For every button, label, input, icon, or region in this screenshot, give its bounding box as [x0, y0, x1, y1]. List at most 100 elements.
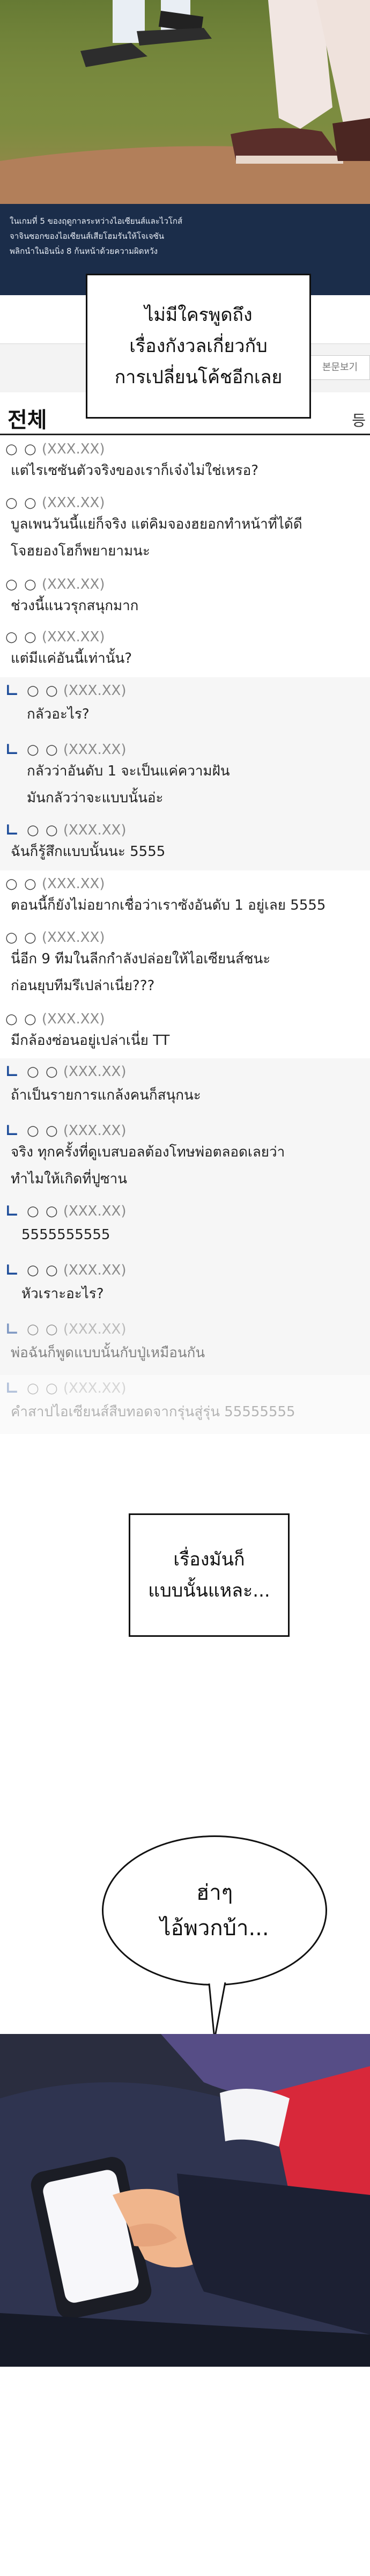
author-ip: (XXX.XX)	[63, 1123, 127, 1139]
comment-text: ตอนนี้ก็ยังไม่อยากเชื่อว่าเราซังอันดับ 1…	[11, 897, 326, 913]
narration-box-top: ไม่มีใครพูดถึง เรื่องกังวลเกี่ยวกับ การเ…	[86, 274, 311, 419]
comment-meta: ○ ○ (XXX.XX)	[27, 742, 127, 758]
comment-board: 본문보기 전체 등 ○ ○ (XXX.XX) แต่ไรเซซันตัวจริง…	[0, 295, 370, 1492]
author-name: ○ ○	[5, 576, 38, 592]
reply-arrow-icon: ∟	[5, 1202, 19, 1221]
comment-meta: ○ ○ (XXX.XX)	[27, 1321, 127, 1337]
author-name: ○ ○	[27, 1321, 59, 1337]
reply-row: ∟ ○ ○ (XXX.XX) ฉันก็รู้สึกแบบนั้นนะ 5555	[0, 817, 370, 871]
author-ip: (XXX.XX)	[41, 629, 105, 645]
reply-arrow-icon: ∟	[5, 682, 19, 700]
reply-row: ∟ ○ ○ (XXX.XX) คำสาปไอเซียนส์สืบทอดจากรุ…	[0, 1375, 370, 1434]
author-ip: (XXX.XX)	[63, 1262, 127, 1278]
comment-meta: ○ ○ (XXX.XX)	[5, 629, 105, 645]
reply-arrow-icon: ∟	[5, 1063, 19, 1081]
comment-text: 5555555555	[21, 1227, 110, 1243]
comment-meta: ○ ○ (XXX.XX)	[5, 441, 105, 457]
comment-meta: ○ ○ (XXX.XX)	[5, 576, 105, 592]
author-name: ○ ○	[27, 1262, 59, 1278]
reply-row: ∟ ○ ○ (XXX.XX) 5555555555	[0, 1198, 370, 1257]
comment-text: หัวเราะอะไร?	[21, 1286, 104, 1302]
author-name: ○ ○	[27, 683, 59, 699]
comment-row: ○ ○ (XXX.XX) แต่ไรเซซันตัวจริงของเราก็เจ…	[0, 436, 370, 490]
comment-text: กลัวอะไร?	[27, 706, 90, 722]
comment-meta: ○ ○ (XXX.XX)	[5, 876, 105, 892]
author-name: ○ ○	[5, 629, 38, 645]
comment-row: ○ ○ (XXX.XX) แต่มีแค่อันนี้เท่านั้น?	[0, 624, 370, 678]
comment-text: พ่อฉันก็พูดแบบนั้นกับปู่เหมือนกัน	[11, 1345, 205, 1361]
reply-row: ∟ ○ ○ (XXX.XX) ถ้าเป็นรายการแกล้งคนก็สนุ…	[0, 1058, 370, 1118]
comment-text: แต่ไรเซซันตัวจริงของเราก็เจ๋งไม่ใช่เหรอ?	[11, 463, 259, 479]
author-ip: (XXX.XX)	[63, 1203, 127, 1219]
sort-label[interactable]: 등	[352, 409, 366, 430]
comment-meta: ○ ○ (XXX.XX)	[27, 1203, 127, 1219]
author-name: ○ ○	[27, 1380, 59, 1396]
comment-meta: ○ ○ (XXX.XX)	[27, 1262, 127, 1278]
comment-row: ○ ○ (XXX.XX) มีกล้องซ่อนอยู่เปล่าเนี่ย T…	[0, 1006, 370, 1059]
comment-meta: ○ ○ (XXX.XX)	[5, 495, 105, 511]
baseball-field-panel	[0, 0, 370, 204]
comment-meta: ○ ○ (XXX.XX)	[27, 1064, 127, 1080]
comment-text: ช่วงนี้แนวรุกสนุกมาก	[11, 598, 139, 614]
author-name: ○ ○	[5, 495, 38, 511]
author-ip: (XXX.XX)	[63, 683, 127, 699]
reply-row: ∟ ○ ○ (XXX.XX) จริง ทุกครั้งที่ดูเบสบอลต…	[0, 1117, 370, 1198]
reply-row: ∟ ○ ○ (XXX.XX) พ่อฉันก็พูดแบบนั้นกับปู่เ…	[0, 1316, 370, 1375]
author-name: ○ ○	[27, 1203, 59, 1219]
author-name: ○ ○	[27, 1123, 59, 1139]
reply-row: ∟ ○ ○ (XXX.XX) หัวเราะอะไร?	[0, 1257, 370, 1316]
author-ip: (XXX.XX)	[41, 576, 105, 592]
comment-row: ○ ○ (XXX.XX) บูลเพนวันนี้แย่ก็จริง แต่คิ…	[0, 489, 370, 572]
comment-meta: ○ ○ (XXX.XX)	[5, 1011, 105, 1027]
comment-text: ถ้าเป็นรายการแกล้งคนก็สนุกนะ	[11, 1087, 201, 1103]
comment-meta: ○ ○ (XXX.XX)	[5, 930, 105, 946]
divider	[0, 434, 370, 435]
author-name: ○ ○	[27, 1064, 59, 1080]
comment-text: นี่อีก 9 ทีมในลีกกำลังปล่อยให้ไอเซียนส์ช…	[11, 951, 271, 994]
author-ip: (XXX.XX)	[41, 876, 105, 892]
reply-row: ∟ ○ ○ (XXX.XX) กลัวว่าอันดับ 1 จะเป็นแค่…	[0, 736, 370, 817]
narration-box-middle: เรื่องมันก็ แบบนั้นแหละ...	[129, 1513, 290, 1637]
comment-text: จริง ทุกครั้งที่ดูเบสบอลต้องโทษพ่อตลอดเล…	[11, 1144, 285, 1187]
author-name: ○ ○	[5, 930, 38, 946]
author-ip: (XXX.XX)	[63, 742, 127, 758]
comment-text: ฉันก็รู้สึกแบบนั้นนะ 5555	[11, 844, 166, 860]
comment-text: แต่มีแค่อันนี้เท่านั้น?	[11, 650, 132, 667]
reply-arrow-icon: ∟	[5, 1122, 19, 1140]
comment-meta: ○ ○ (XXX.XX)	[27, 822, 127, 838]
comment-row: ○ ○ (XXX.XX) นี่อีก 9 ทีมในลีกกำลังปล่อย…	[0, 924, 370, 1006]
reply-arrow-icon: ∟	[5, 741, 19, 759]
comment-text: บูลเพนวันนี้แย่ก็จริง แต่คิมจองฮยอกทำหน้…	[11, 516, 302, 559]
author-ip: (XXX.XX)	[41, 1011, 105, 1027]
author-ip: (XXX.XX)	[41, 441, 105, 457]
author-ip: (XXX.XX)	[63, 822, 127, 838]
author-name: ○ ○	[5, 876, 38, 892]
comment-meta: ○ ○ (XXX.XX)	[27, 1123, 127, 1139]
author-ip: (XXX.XX)	[63, 1380, 127, 1396]
author-ip: (XXX.XX)	[41, 930, 105, 946]
caption-line: จาจินซอกของไอเซียนส์เสียโฮมรันให้โจเจซัน	[10, 231, 165, 241]
reply-arrow-icon: ∟	[5, 1320, 19, 1339]
all-comments-label[interactable]: 전체	[8, 402, 47, 434]
author-ip: (XXX.XX)	[41, 495, 105, 511]
author-name: ○ ○	[27, 822, 59, 838]
comment-meta: ○ ○ (XXX.XX)	[27, 683, 127, 699]
view-post-tab[interactable]: 본문보기	[310, 355, 370, 380]
author-name: ○ ○	[5, 441, 38, 457]
reply-row: ∟ ○ ○ (XXX.XX) กลัวอะไร?	[0, 677, 370, 737]
comment-row: ○ ○ (XXX.XX) ตอนนี้ก็ยังไม่อยากเชื่อว่าเ…	[0, 870, 370, 925]
author-ip: (XXX.XX)	[63, 1321, 127, 1337]
comment-text: มีกล้องซ่อนอยู่เปล่าเนี่ย TT	[11, 1033, 170, 1049]
author-name: ○ ○	[27, 742, 59, 758]
phone-scene-panel	[0, 2034, 370, 2367]
reply-arrow-icon: ∟	[5, 1379, 19, 1398]
author-name: ○ ○	[5, 1011, 38, 1027]
reply-arrow-icon: ∟	[5, 1261, 19, 1280]
comment-text: คำสาปไอเซียนส์สืบทอดจากรุ่นสู่รุ่น 55555…	[11, 1404, 295, 1420]
caption-line: ในเกมที่ 5 ของฤดูกาลระหว่างไอเซียนส์และไ…	[10, 216, 183, 226]
author-ip: (XXX.XX)	[63, 1064, 127, 1080]
comment-text: กลัวว่าอันดับ 1 จะเป็นแค่ความฝัน มันกลัว…	[27, 763, 230, 806]
reply-arrow-icon: ∟	[5, 821, 19, 840]
speech-balloon: ฮ่าๆ ไอ้พวกบ้า...	[102, 1835, 327, 1986]
caption-line: พลิกนำในอินนิ่ง 8 ก้นหน้าด้วยความผิดหวัง	[10, 246, 158, 256]
